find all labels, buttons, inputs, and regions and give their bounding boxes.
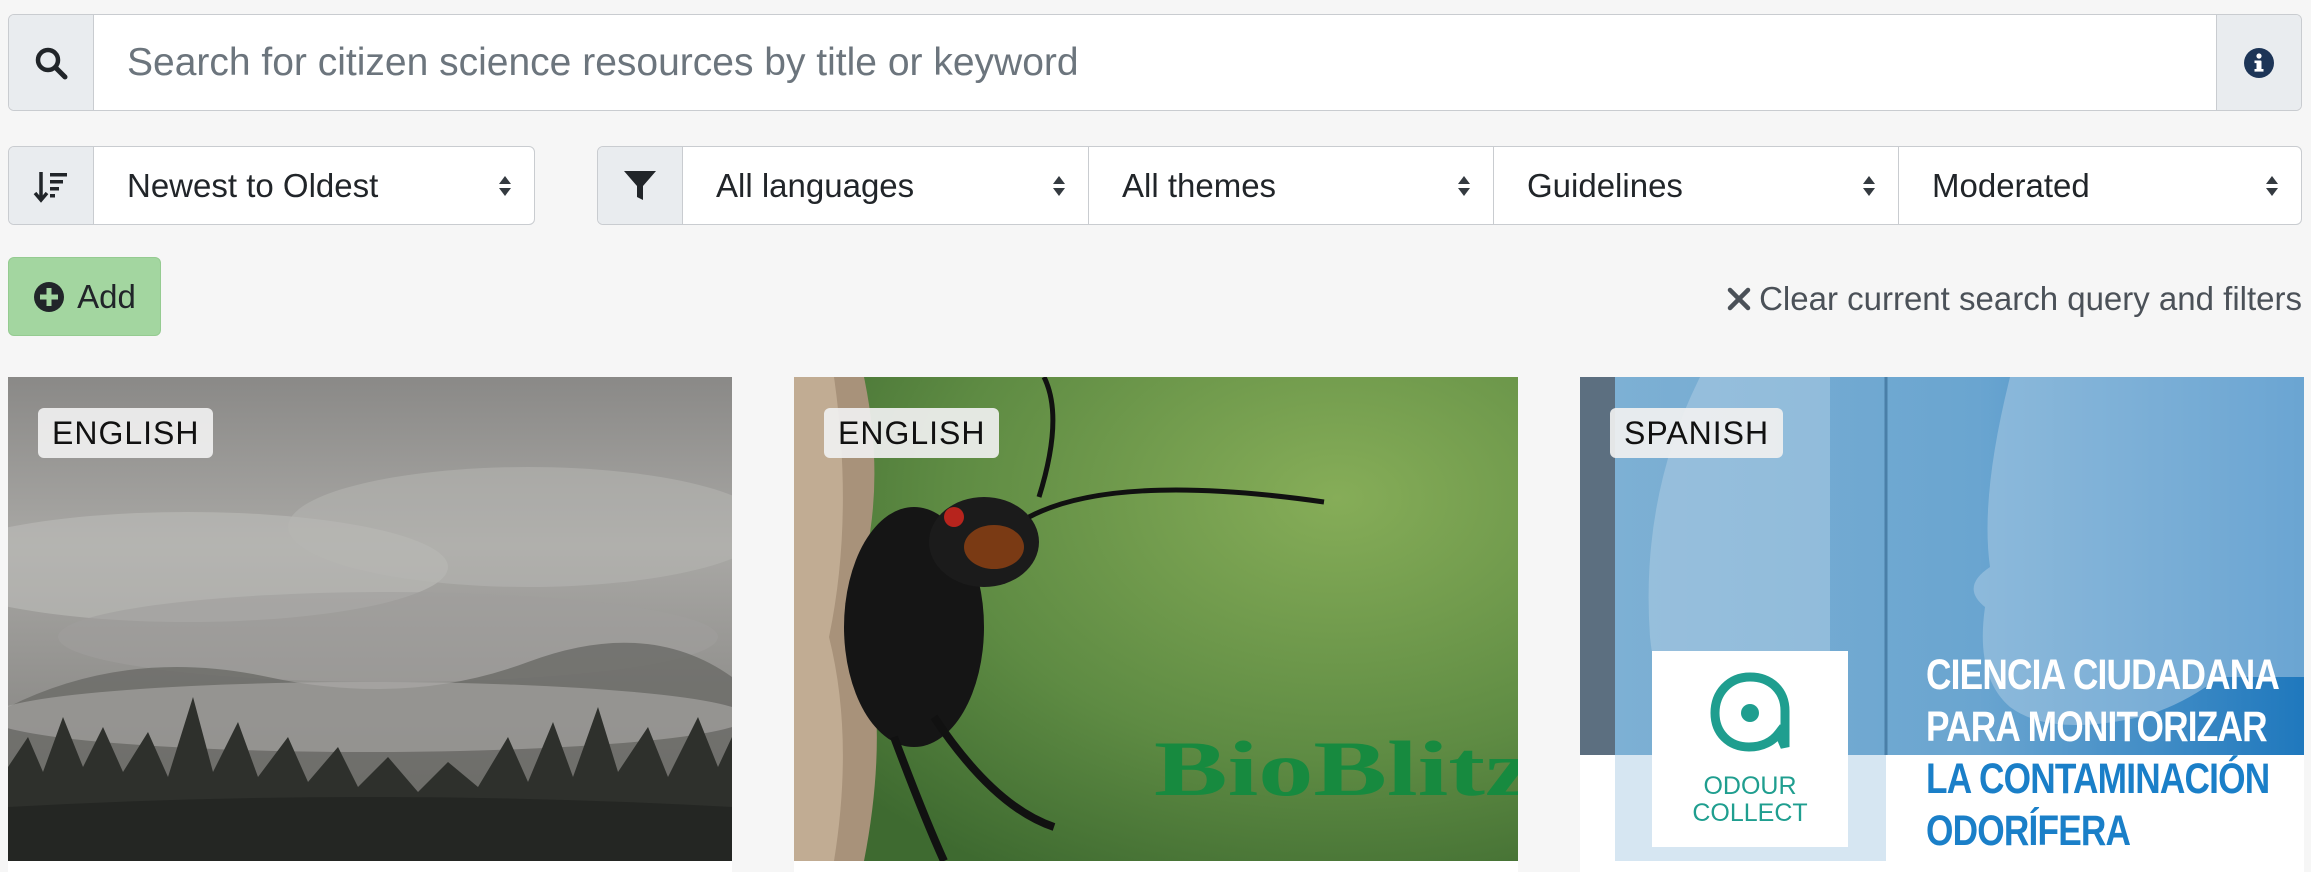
category-select[interactable]: Guidelines (1493, 147, 1898, 224)
bioblitz-logo: BioBlitz (1154, 725, 1518, 812)
search-icon (35, 47, 68, 79)
language-badge: ENGLISH (824, 408, 1000, 458)
sort-addon (9, 147, 94, 224)
info-icon (2244, 47, 2274, 78)
theme-select-value: All themes (1122, 166, 1277, 204)
category-select-value: Guidelines (1527, 166, 1683, 204)
moderation-select-value: Moderated (1932, 166, 2090, 204)
search-bar (8, 14, 2302, 111)
poster-line: PARA MONITORIZAR (1926, 703, 2268, 751)
card-body (794, 861, 1518, 872)
sort-descending-icon (33, 171, 67, 203)
add-button-label: Add (77, 277, 136, 315)
sort-group: Newest to Oldest (8, 146, 535, 225)
theme-select[interactable]: All themes (1088, 147, 1493, 224)
resource-card[interactable]: BioBlitz ENGLISH (794, 377, 1518, 872)
poster-line: LA CONTAMINACIÓN (1926, 755, 2270, 803)
filter-group: All languages All themes Guidelines Mode… (597, 146, 2302, 225)
language-select-value: All languages (716, 166, 915, 204)
chevron-updown-icon (1053, 175, 1065, 196)
poster-line: CIENCIA CIUDADANA (1926, 651, 2280, 699)
sort-select-value: Newest to Oldest (127, 166, 379, 204)
filter-addon (598, 147, 683, 224)
sort-select[interactable]: Newest to Oldest (94, 147, 534, 224)
poster-headline: CIENCIA CIUDADANA PARA MONITORIZAR LA CO… (1926, 649, 2280, 857)
info-button[interactable] (2216, 15, 2301, 110)
clear-filters-label: Clear current search query and filters (1759, 280, 2302, 317)
resource-card[interactable]: ENGLISH (8, 377, 732, 872)
filter-icon (624, 170, 656, 200)
odour-collect-icon (1710, 672, 1790, 752)
add-button[interactable]: Add (8, 257, 161, 336)
chevron-updown-icon (1458, 175, 1470, 196)
search-button[interactable] (9, 15, 94, 110)
language-badge: ENGLISH (38, 408, 214, 458)
language-select[interactable]: All languages (683, 147, 1088, 224)
chevron-updown-icon (1863, 175, 1875, 196)
chevron-updown-icon (2266, 175, 2278, 196)
odour-collect-text: ODOUR COLLECT (1692, 772, 1808, 827)
chevron-updown-icon (499, 175, 511, 196)
resource-card[interactable]: SPANISH ODOUR COLLECT CIENCIA CIUDADANA … (1580, 377, 2304, 872)
moderation-select[interactable]: Moderated (1898, 147, 2301, 224)
language-badge: SPANISH (1610, 408, 1784, 458)
card-body (1580, 861, 2304, 872)
clear-filters-link[interactable]: Clear current search query and filters (1727, 277, 2302, 321)
search-input[interactable] (94, 15, 2216, 110)
close-icon (1727, 287, 1751, 311)
plus-circle-icon (34, 281, 65, 312)
odour-collect-logo: ODOUR COLLECT (1652, 651, 1848, 847)
poster-line: ODORÍFERA (1926, 807, 2131, 855)
card-body (8, 861, 732, 872)
